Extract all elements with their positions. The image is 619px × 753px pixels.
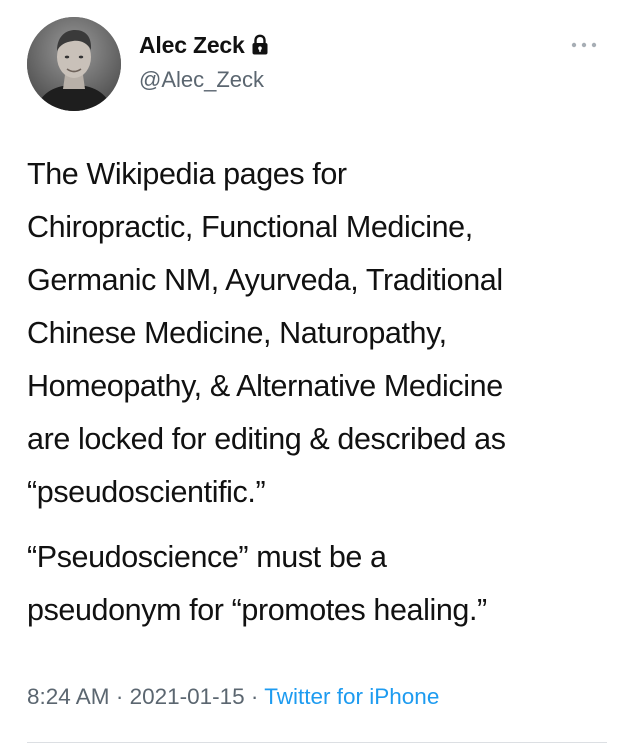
tweet-source-link[interactable]: Twitter for iPhone [264, 684, 439, 709]
more-dots-icon[interactable] [569, 38, 599, 50]
avatar-photo [27, 17, 121, 111]
tweet-metadata: 8:24 AM · 2021-01-15 · Twitter for iPhon… [27, 684, 439, 710]
author-name-row: Alec Zeck [139, 30, 269, 60]
avatar[interactable] [27, 17, 121, 111]
meta-separator: · [244, 684, 265, 709]
lock-icon [251, 34, 269, 56]
author-handle[interactable]: @Alec_Zeck [139, 67, 264, 93]
tweet-time[interactable]: 8:24 AM [27, 684, 110, 709]
tweet-body: The Wikipedia pages for Chiropractic, Fu… [27, 148, 607, 637]
tweet-card: Alec Zeck @Alec_Zeck The Wikipedia pages… [0, 0, 619, 753]
divider [27, 742, 607, 743]
author-display-name[interactable]: Alec Zeck [139, 32, 245, 59]
tweet-paragraph: “Pseudoscience” must be a pseudonym for … [27, 540, 487, 627]
meta-separator: · [109, 684, 130, 709]
tweet-date[interactable]: 2021-01-15 [130, 684, 245, 709]
tweet-paragraph: The Wikipedia pages for Chiropractic, Fu… [27, 157, 506, 509]
